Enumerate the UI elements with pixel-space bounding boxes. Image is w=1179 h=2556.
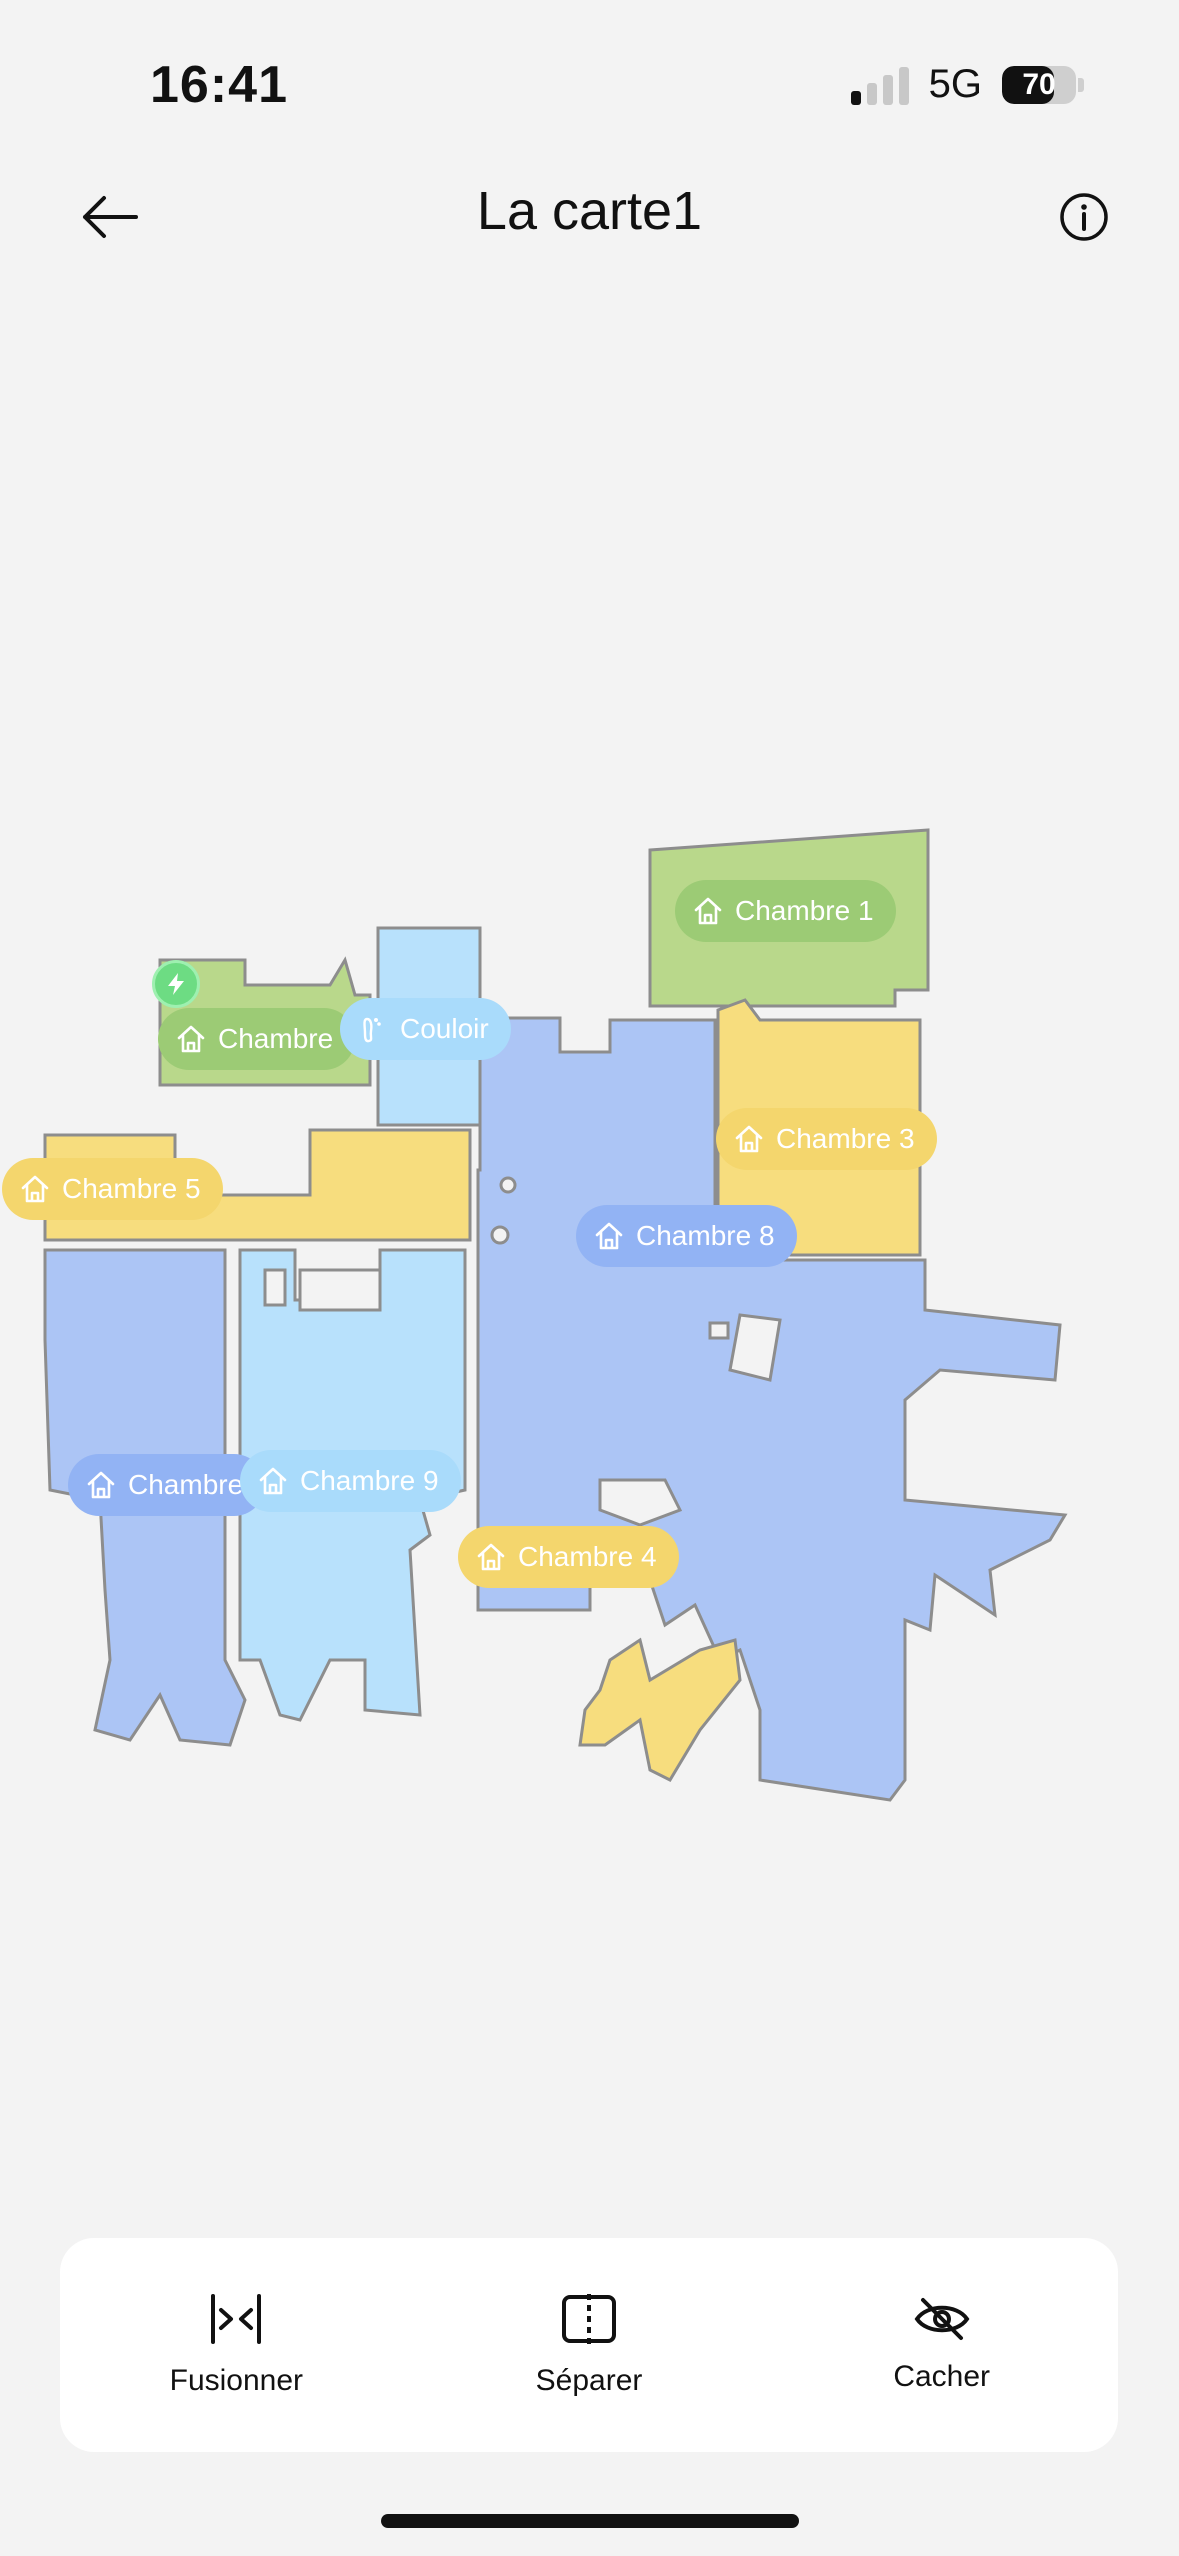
map-obstacle — [499, 1176, 517, 1194]
info-circle-icon — [1060, 193, 1108, 241]
merge-button[interactable]: Fusionner — [60, 2238, 413, 2452]
map-obstacle — [708, 1321, 730, 1340]
room-label-chambre[interactable]: Chambre — [158, 1008, 356, 1070]
room-label-chambre-1[interactable]: Chambre 1 — [675, 880, 896, 942]
room-label-chambre-4[interactable]: Chambre 4 — [458, 1526, 679, 1588]
hide-label: Cacher — [893, 2360, 991, 2393]
merge-label: Fusionner — [169, 2364, 304, 2397]
room-area-chambre-4 — [578, 1637, 742, 1782]
split-label: Séparer — [535, 2364, 643, 2397]
room-label-chambre-5[interactable]: Chambre 5 — [2, 1158, 223, 1220]
room-label-couloir[interactable]: Couloir — [340, 998, 511, 1060]
room-label-text: Chambre 9 — [300, 1465, 439, 1496]
room-label-chambre-blue[interactable]: Chambre — [68, 1454, 266, 1516]
battery-percentage: 70 — [1022, 67, 1056, 101]
map-obstacle — [490, 1225, 510, 1245]
house-icon — [18, 1172, 52, 1206]
house-icon — [174, 1022, 208, 1056]
room-label-text: Chambre 1 — [735, 895, 874, 926]
room-map[interactable]: Chambre 1 Chambre Couloir Chambre 3 Cham… — [0, 780, 1179, 1860]
house-icon — [256, 1464, 290, 1498]
signal-icon — [850, 65, 909, 105]
battery-cap — [1078, 77, 1084, 92]
status-time: 16:41 — [150, 56, 288, 114]
room-label-text: Chambre — [218, 1023, 334, 1054]
room-label-chambre-8[interactable]: Chambre 8 — [576, 1205, 797, 1267]
map-obstacle — [728, 1313, 782, 1382]
room-label-chambre-3[interactable]: Chambre 3 — [716, 1108, 937, 1170]
split-icon — [562, 2294, 616, 2344]
status-indicators: 5G 70 — [850, 62, 1084, 107]
network-type: 5G — [928, 62, 982, 106]
home-indicator[interactable] — [381, 2514, 799, 2528]
page-title: La carte1 — [476, 181, 703, 241]
house-icon — [592, 1219, 626, 1253]
charging-dock-icon[interactable] — [152, 960, 200, 1008]
info-button[interactable] — [1049, 182, 1119, 252]
eye-off-icon — [914, 2298, 970, 2340]
header: La carte1 — [0, 160, 1179, 270]
floor-plan — [43, 828, 1068, 1802]
hide-button[interactable]: Cacher — [765, 2238, 1118, 2452]
house-icon — [474, 1540, 508, 1574]
room-label-text: Chambre 3 — [776, 1123, 915, 1154]
merge-icon — [211, 2294, 262, 2344]
footprint-icon — [356, 1012, 390, 1046]
map-obstacle — [263, 1268, 287, 1307]
split-button[interactable]: Séparer — [413, 2238, 766, 2452]
action-toolbar: Fusionner Séparer Cacher — [60, 2238, 1118, 2452]
house-icon — [732, 1122, 766, 1156]
room-label-text: Chambre — [128, 1469, 244, 1500]
status-bar: 16:41 5G 70 — [0, 0, 1179, 140]
house-icon — [84, 1468, 118, 1502]
room-label-chambre-9[interactable]: Chambre 9 — [240, 1450, 461, 1512]
room-label-text: Chambre 4 — [518, 1541, 657, 1572]
house-icon — [691, 894, 725, 928]
battery-icon: 70 — [1002, 65, 1076, 104]
map-obstacle — [298, 1268, 382, 1312]
room-label-text: Chambre 8 — [636, 1220, 775, 1251]
room-label-text: Couloir — [400, 1013, 489, 1044]
room-label-text: Chambre 5 — [62, 1173, 201, 1204]
